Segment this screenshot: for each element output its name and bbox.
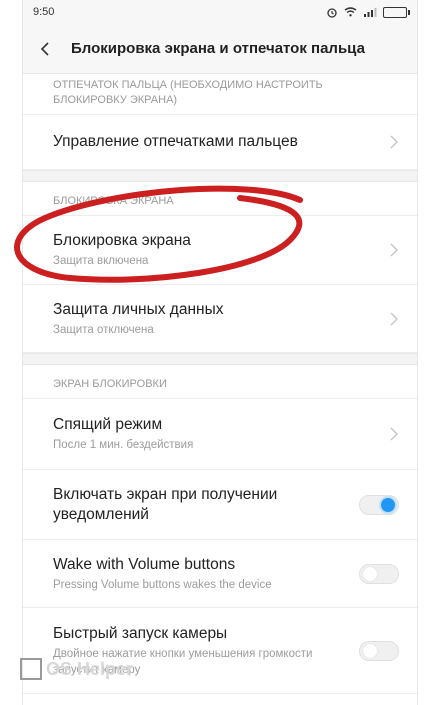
row-sublabel: Защита включена — [53, 255, 149, 267]
row-label: Быстрый запуск камеры — [53, 624, 228, 642]
row-wake-on-notification[interactable]: Включать экран при получении уведомлений — [23, 470, 417, 540]
app-header: Блокировка экрана и отпечаток пальца — [23, 24, 417, 74]
row-label: Защита личных данных — [53, 300, 224, 318]
status-bar: 9:50 — [23, 0, 417, 24]
section-title-fingerprint: ОТПЕЧАТОК ПАЛЬЦА (НЕОБХОДИМО НАСТРОИТЬ Б… — [23, 74, 417, 114]
status-icons — [326, 6, 410, 18]
section-divider — [23, 170, 417, 182]
chevron-right-icon — [390, 243, 398, 257]
section-title-lock: БЛОКИРОВКА ЭКРАНА — [23, 182, 417, 215]
back-arrow-icon[interactable] — [37, 40, 55, 58]
chevron-right-icon — [390, 427, 398, 441]
watermark: OS Helper — [20, 658, 133, 680]
row-screen-lock[interactable]: Блокировка экрана Защита включена — [23, 215, 417, 285]
row-label: Спящий режим — [53, 416, 163, 433]
row-label: Управление отпечатками пальцев — [53, 133, 298, 150]
row-sublabel: Pressing Volume buttons wakes the device — [53, 578, 272, 591]
row-label: Включать экран при получении уведомлений — [53, 485, 278, 523]
row-privacy-protection[interactable]: Защита личных данных Защита отключена — [23, 285, 417, 353]
wake-on-notification-toggle[interactable] — [359, 494, 399, 515]
watermark-text: OS Helper — [46, 658, 134, 679]
row-label: Блокировка экрана — [53, 232, 191, 249]
phone-screen: 9:50 Блокировка экрана и отпечаток пальц… — [22, 0, 418, 705]
row-label: Wake with Volume buttons — [53, 555, 236, 573]
chevron-right-icon — [390, 312, 398, 325]
watermark-logo-icon — [20, 658, 42, 680]
alarm-icon — [327, 8, 337, 18]
quick-camera-toggle[interactable] — [359, 640, 399, 661]
row-sublabel: Защита отключена — [53, 323, 154, 336]
page-title: Блокировка экрана и отпечаток пальца — [71, 40, 365, 57]
row-sleep-mode[interactable]: Спящий режим После 1 мин. бездействия — [23, 398, 417, 470]
signal-icon — [364, 8, 377, 17]
row-wake-volume-buttons[interactable]: Wake with Volume buttons Pressing Volume… — [23, 540, 417, 608]
section-title-lockscreen: ЭКРАН БЛОКИРОВКИ — [23, 365, 417, 398]
row-fingerprint-management[interactable]: Управление отпечатками пальцев — [23, 114, 417, 170]
section-divider — [23, 353, 417, 365]
row-quick-camera[interactable]: Быстрый запуск камеры Двойное нажатие кн… — [23, 608, 417, 694]
row-sublabel: После 1 мин. бездействия — [53, 439, 194, 451]
battery-icon — [383, 6, 410, 18]
status-time: 9:50 — [33, 6, 55, 18]
wake-volume-toggle[interactable] — [359, 563, 399, 584]
wifi-icon — [344, 7, 357, 17]
chevron-right-icon — [390, 135, 398, 149]
